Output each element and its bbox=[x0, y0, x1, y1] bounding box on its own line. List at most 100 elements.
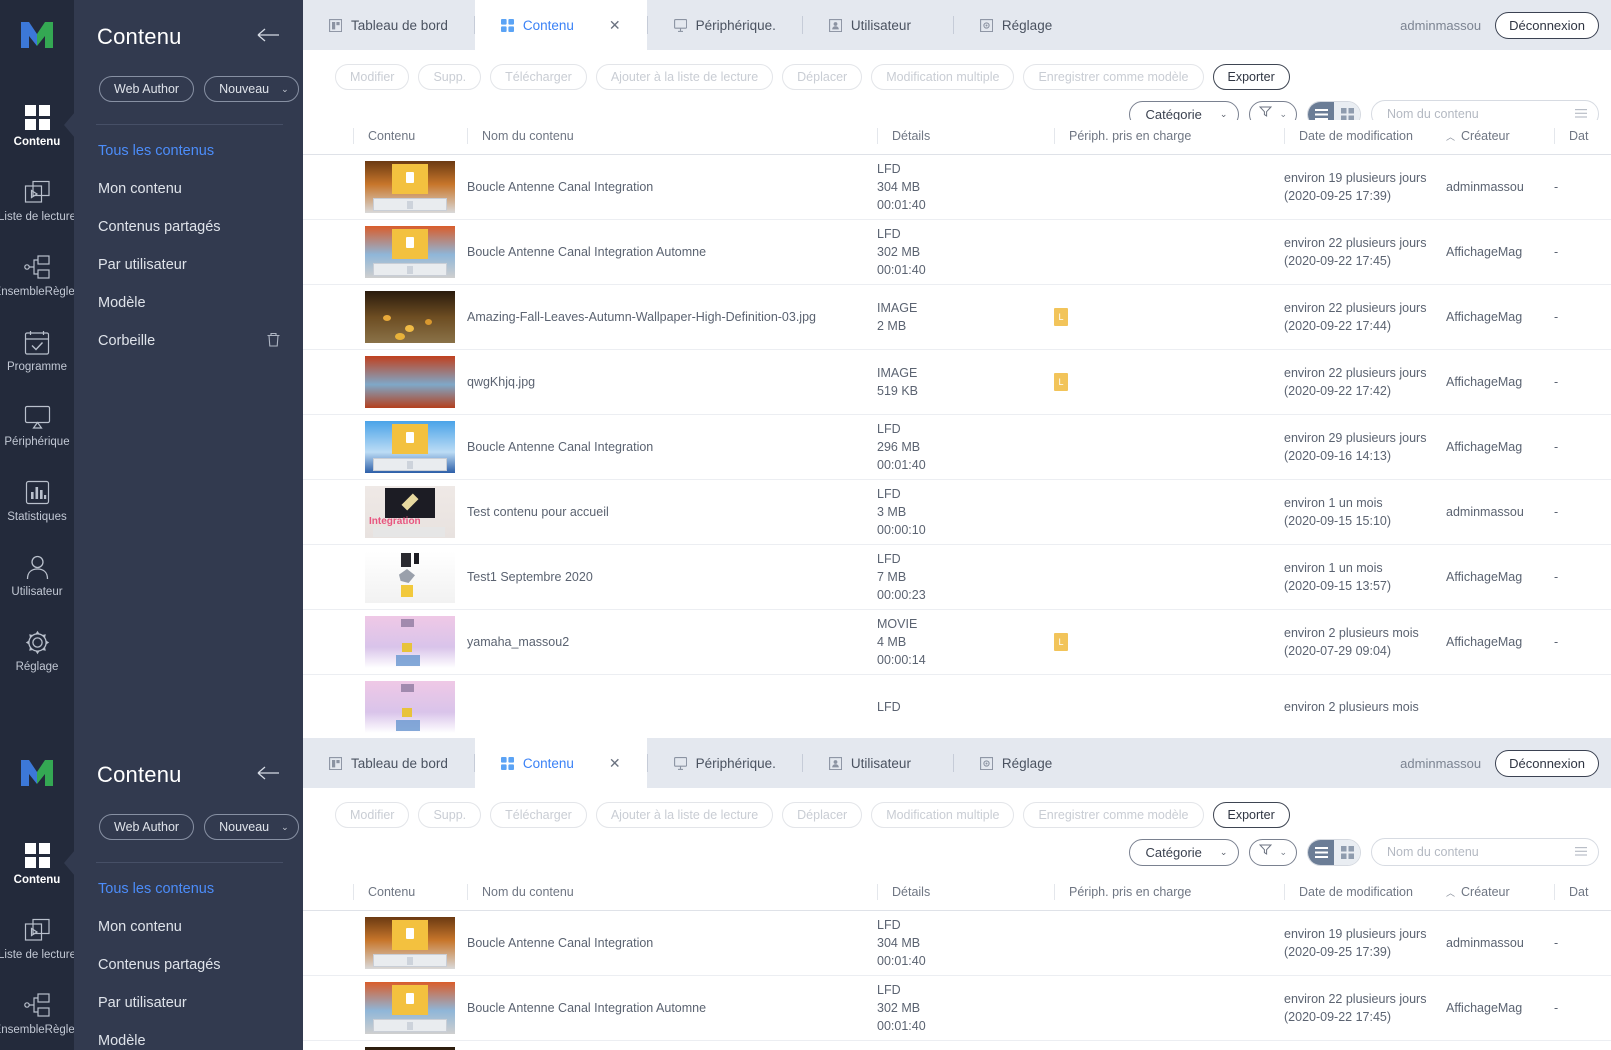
rail-item-ensembler-gles[interactable]: EnsembleRègles bbox=[0, 976, 80, 1050]
tab-r-glage[interactable]: Réglage bbox=[954, 0, 1104, 50]
row-checkbox-cell[interactable] bbox=[303, 674, 353, 738]
rail-item-ensembler-gles[interactable]: EnsembleRègles bbox=[0, 238, 80, 312]
logout-button[interactable]: Déconnexion bbox=[1495, 749, 1599, 777]
panel-nav-item-mod-le[interactable]: Modèle bbox=[74, 1022, 303, 1050]
table-row[interactable]: yamaha_massou2 MOVIE 4 MB 00:00:14 Lenviron … bbox=[303, 609, 1611, 675]
panel-nav-item-contenus-partag-s[interactable]: Contenus partagés bbox=[74, 946, 303, 984]
panel-nav-item-tous-les-contenus[interactable]: Tous les contenus bbox=[74, 870, 303, 908]
row-checkbox-cell[interactable] bbox=[303, 414, 353, 480]
table-row[interactable]: Test1 Septembre 2020 LFD 7 MB 00:00:23 envir… bbox=[303, 544, 1611, 610]
panel-nav-item-tous-les-contenus[interactable]: Tous les contenus bbox=[74, 132, 303, 170]
panel-nav-item-mon-contenu[interactable]: Mon contenu bbox=[74, 908, 303, 946]
table-row[interactable]: Amazing-Fall-Leaves-Autumn-Wallpaper-Hig… bbox=[303, 284, 1611, 350]
col-contenu[interactable]: Contenu bbox=[353, 876, 467, 911]
tab-p-riph-rique-[interactable]: Périphérique. bbox=[648, 738, 802, 788]
panel-nav-item-corbeille[interactable]: Corbeille bbox=[74, 322, 303, 360]
logout-button[interactable]: Déconnexion bbox=[1495, 11, 1599, 39]
tab-utilisateur[interactable]: Utilisateur bbox=[803, 0, 953, 50]
search-input[interactable]: Nom du contenu bbox=[1371, 838, 1599, 866]
select-all-checkbox[interactable] bbox=[316, 884, 331, 900]
panel-nav-item-mod-le[interactable]: Modèle bbox=[74, 284, 303, 322]
tab-contenu[interactable]: Contenu ✕ bbox=[474, 738, 647, 788]
tab-contenu[interactable]: Contenu ✕ bbox=[474, 0, 647, 50]
rail-item-contenu[interactable]: Contenu bbox=[0, 88, 74, 162]
table-row[interactable]: Boucle Antenne Canal Integration LFD 304 M… bbox=[303, 910, 1611, 976]
tab-p-riph-rique-[interactable]: Périphérique. bbox=[648, 0, 802, 50]
close-icon[interactable]: ✕ bbox=[583, 17, 621, 34]
table-row[interactable]: Boucle Antenne Canal Integration LFD 304 M… bbox=[303, 154, 1611, 220]
col-details[interactable]: Détails bbox=[877, 876, 1054, 911]
tab-r-glage[interactable]: Réglage bbox=[954, 738, 1104, 788]
trash-icon[interactable] bbox=[266, 332, 281, 351]
panel-nav-item-par-utilisateur[interactable]: Par utilisateur bbox=[74, 984, 303, 1022]
toolbar-button-enregistrer-comme-mod-le: Enregistrer comme modèle bbox=[1023, 802, 1204, 828]
panel-nav-item-contenus-partag-s[interactable]: Contenus partagés bbox=[74, 208, 303, 246]
table-row[interactable]: Boucle Antenne Canal Integration LFD 296 M… bbox=[303, 414, 1611, 480]
table-row[interactable]: Boucle Antenne Canal Integration Automne… bbox=[303, 975, 1611, 1041]
nouveau-button[interactable]: Nouveau ⌄ bbox=[204, 76, 299, 102]
hamburger-icon[interactable] bbox=[1575, 845, 1587, 859]
col-createur[interactable]: ︿ Créateur bbox=[1446, 876, 1554, 911]
rail-item-p-riph-rique[interactable]: Périphérique bbox=[0, 388, 74, 462]
hamburger-icon[interactable] bbox=[1575, 107, 1587, 121]
panel-nav-item-par-utilisateur[interactable]: Par utilisateur bbox=[74, 246, 303, 284]
table-row[interactable]: LFD environ 2 plusieurs mois bbox=[303, 674, 1611, 738]
row-duration: 00:01:40 bbox=[877, 458, 926, 472]
rail-item-r-glage[interactable]: Réglage bbox=[0, 613, 74, 687]
tab-tableau-de-bord[interactable]: Tableau de bord bbox=[303, 738, 474, 788]
col-details[interactable]: Détails bbox=[877, 120, 1054, 155]
arrow-left-icon[interactable] bbox=[257, 28, 281, 47]
row-checkbox-cell[interactable] bbox=[303, 609, 353, 675]
arrow-left-icon[interactable] bbox=[257, 766, 281, 785]
col-date-de-modification[interactable]: Date de modification bbox=[1284, 120, 1446, 155]
rail-item-liste-de-lecture[interactable]: Liste de lecture bbox=[0, 901, 76, 975]
web-author-button[interactable]: Web Author bbox=[99, 814, 195, 840]
magicinfo-logo bbox=[15, 752, 59, 792]
tab-utilisateur[interactable]: Utilisateur bbox=[803, 738, 953, 788]
select-all-checkbox[interactable] bbox=[316, 128, 331, 144]
rail-item-statistiques[interactable]: Statistiques bbox=[0, 463, 74, 537]
col-date-de-modification[interactable]: Date de modification bbox=[1284, 876, 1446, 911]
table-row[interactable]: Amazing-Fall-Leaves-Autumn-Wallpaper-Hig… bbox=[303, 1040, 1611, 1050]
col-contenu[interactable]: Contenu bbox=[353, 120, 467, 155]
table-row[interactable]: qwgKhjq.jpg IMAGE 519 KB Lenviron 22 plusie… bbox=[303, 349, 1611, 415]
col-createur[interactable]: ︿ Créateur bbox=[1446, 120, 1554, 155]
panel-title: Contenu bbox=[97, 24, 182, 49]
filter-dropdown[interactable]: ⌄ bbox=[1249, 838, 1297, 866]
nouveau-button[interactable]: Nouveau ⌄ bbox=[204, 814, 299, 840]
row-checkbox-cell[interactable] bbox=[303, 544, 353, 610]
col-dat[interactable]: Dat bbox=[1554, 120, 1611, 155]
view-toggle[interactable] bbox=[1307, 838, 1361, 866]
row-checkbox-cell[interactable] bbox=[303, 910, 353, 976]
col-nom-du-contenu[interactable]: Nom du contenu bbox=[467, 876, 877, 911]
col-periph-pris-en-charge[interactable]: Périph. pris en charge bbox=[1054, 120, 1284, 155]
panel-nav-item-mon-contenu[interactable]: Mon contenu bbox=[74, 170, 303, 208]
toolbar-button-exporter[interactable]: Exporter bbox=[1212, 802, 1290, 828]
web-author-button[interactable]: Web Author bbox=[99, 76, 195, 102]
tab-tableau-de-bord[interactable]: Tableau de bord bbox=[303, 0, 474, 50]
list-view-icon[interactable] bbox=[1308, 839, 1334, 865]
category-select[interactable]: Catégorie ⌄ bbox=[1128, 838, 1240, 866]
select-all-header[interactable] bbox=[303, 120, 353, 155]
row-checkbox-cell[interactable] bbox=[303, 479, 353, 545]
row-checkbox-cell[interactable] bbox=[303, 349, 353, 415]
rail-item-contenu[interactable]: Contenu bbox=[0, 826, 74, 900]
device-monitor-icon bbox=[673, 18, 687, 32]
col-dat[interactable]: Dat bbox=[1554, 876, 1611, 911]
rail-item-utilisateur[interactable]: Utilisateur bbox=[0, 538, 74, 612]
row-checkbox-cell[interactable] bbox=[303, 284, 353, 350]
row-checkbox-cell[interactable] bbox=[303, 975, 353, 1041]
row-checkbox-cell[interactable] bbox=[303, 1040, 353, 1050]
close-icon[interactable]: ✕ bbox=[583, 755, 621, 772]
row-checkbox-cell[interactable] bbox=[303, 219, 353, 285]
row-checkbox-cell[interactable] bbox=[303, 154, 353, 220]
select-all-header[interactable] bbox=[303, 876, 353, 911]
toolbar-button-exporter[interactable]: Exporter bbox=[1212, 64, 1290, 90]
table-row[interactable]: Boucle Antenne Canal Integration Automne… bbox=[303, 219, 1611, 285]
col-periph-pris-en-charge[interactable]: Périph. pris en charge bbox=[1054, 876, 1284, 911]
rail-item-liste-de-lecture[interactable]: Liste de lecture bbox=[0, 163, 76, 237]
col-nom-du-contenu[interactable]: Nom du contenu bbox=[467, 120, 877, 155]
rail-item-programme[interactable]: Programme bbox=[0, 313, 74, 387]
table-row[interactable]: Integration Test contenu pour accueil LFD 3… bbox=[303, 479, 1611, 545]
grid-view-icon[interactable] bbox=[1334, 839, 1360, 865]
